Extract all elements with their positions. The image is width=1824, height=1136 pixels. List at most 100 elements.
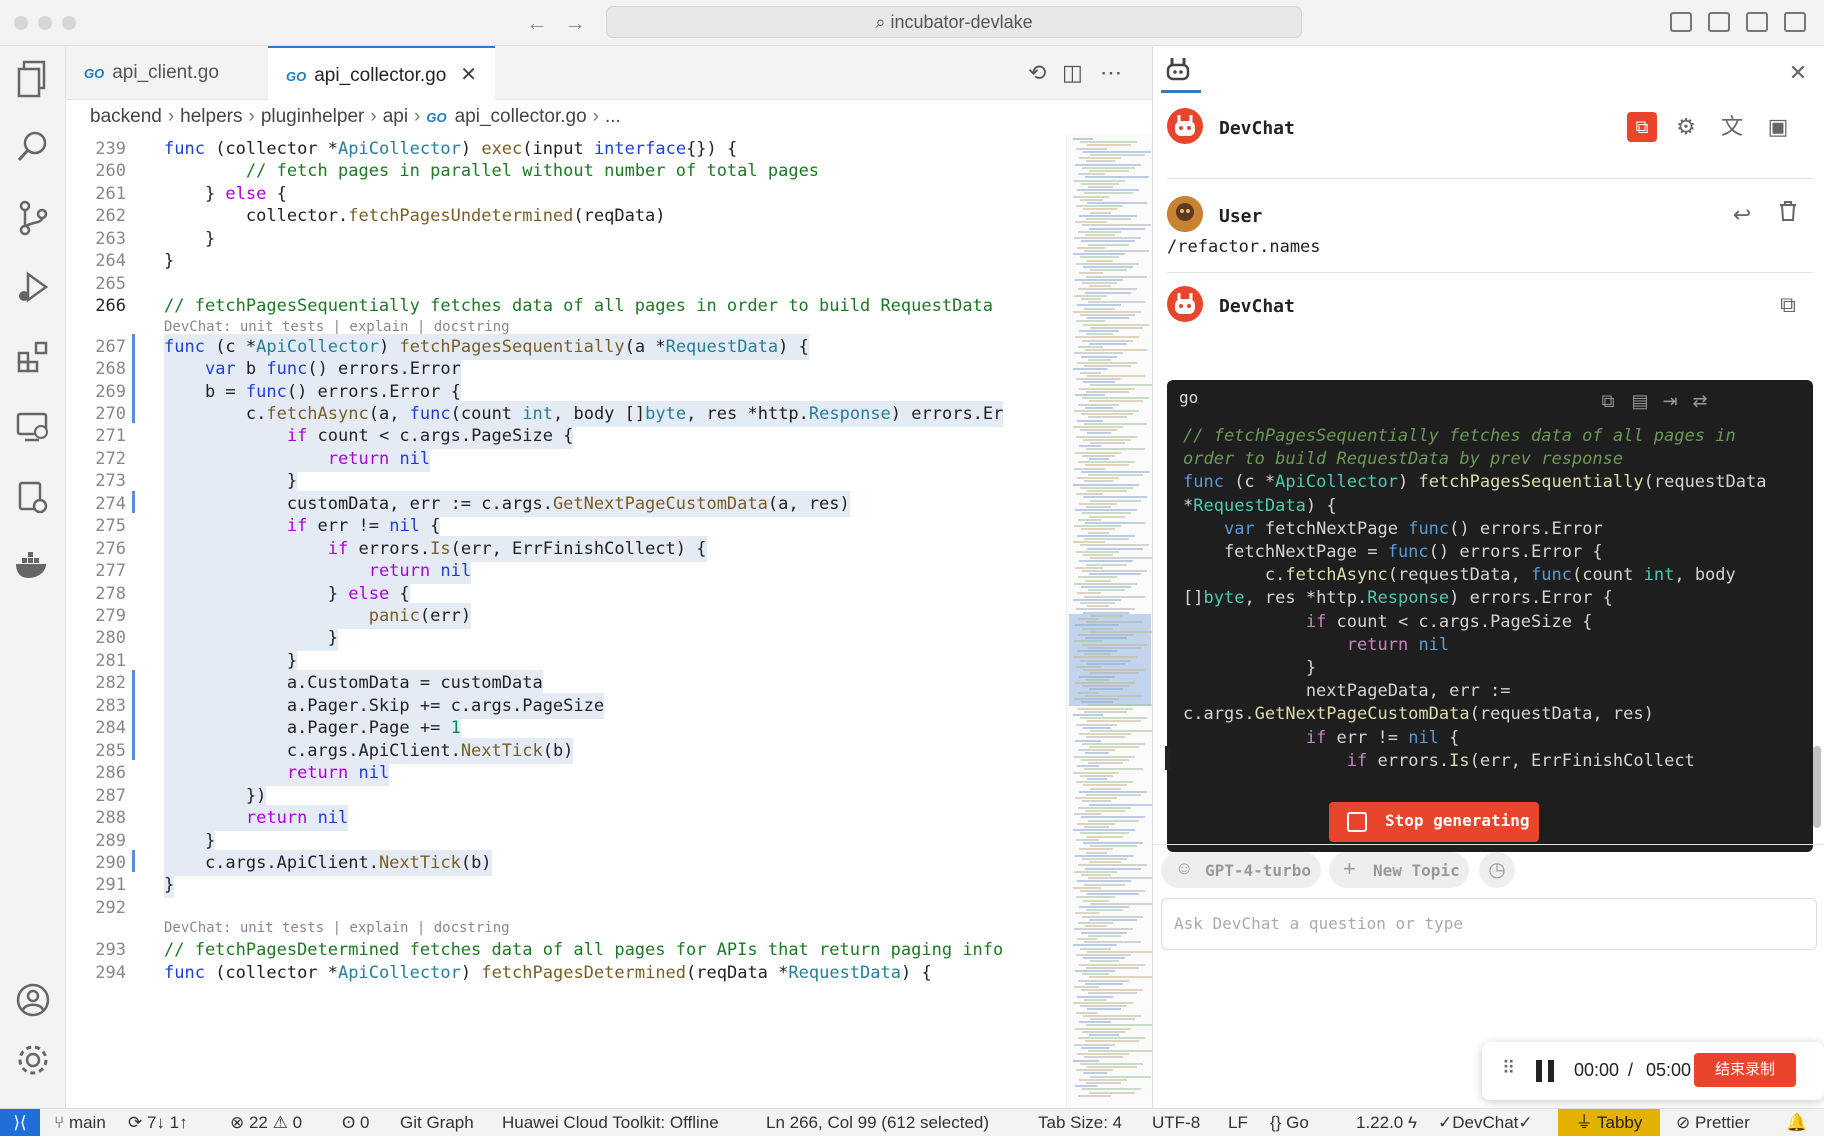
explorer-icon[interactable] — [13, 60, 53, 100]
window-close-button[interactable] — [14, 16, 28, 30]
language-mode[interactable]: {} Go — [1270, 1109, 1309, 1136]
breadcrumb-item[interactable]: backend — [90, 106, 162, 127]
devchat-panel-tab-icon[interactable] — [1163, 56, 1193, 86]
tabby-status[interactable]: ⏚ Tabby — [1558, 1109, 1660, 1136]
cursor-position[interactable]: Ln 266, Col 99 (612 selected) — [766, 1109, 989, 1136]
dirty-diff-indicator[interactable] — [132, 670, 135, 761]
minimap-line — [1079, 675, 1115, 678]
git-graph-button[interactable]: Git Graph — [400, 1109, 474, 1136]
minimap-line — [1079, 906, 1129, 908]
git-sync[interactable]: ⟳ 7↓ 1↑ — [128, 1109, 188, 1136]
new-topic-button[interactable]: + New Topic — [1329, 852, 1469, 888]
back-arrow-icon[interactable]: ← — [526, 10, 548, 36]
toggle-panel-icon[interactable] — [1708, 12, 1730, 32]
minimap-line — [1077, 534, 1135, 537]
drag-handle-icon[interactable]: ⠿ — [1502, 1058, 1515, 1079]
wallet-icon[interactable]: ▣ — [1763, 112, 1793, 142]
edit-message-icon[interactable]: ↩ — [1727, 200, 1757, 230]
minimap-line — [1076, 781, 1133, 784]
customize-layout-icon[interactable] — [1784, 12, 1806, 32]
broadcast-icon: ʘ — [342, 1113, 360, 1132]
close-icon[interactable]: ✕ — [1783, 58, 1813, 88]
code-lens[interactable]: DevChat: unit tests | explain | docstrin… — [164, 917, 510, 939]
minimap-line — [1081, 298, 1101, 300]
dirty-diff-indicator[interactable] — [132, 849, 135, 873]
breadcrumb-item[interactable]: pluginhelper — [261, 106, 365, 127]
window-minimize-button[interactable] — [38, 16, 52, 30]
breadcrumb-item[interactable]: helpers — [180, 106, 242, 127]
branch-icon: ⑂ — [54, 1113, 69, 1132]
docker-icon[interactable] — [13, 550, 53, 590]
minimap-line — [1077, 880, 1131, 883]
remote-indicator[interactable]: ⟩⟨ — [0, 1109, 40, 1136]
devchat-status[interactable]: ✓DevChat✓ — [1438, 1109, 1533, 1136]
command-center-search[interactable]: ⌕ incubator-devlake — [606, 6, 1302, 38]
devchat-activity-icon[interactable] — [13, 480, 53, 520]
extensions-icon[interactable] — [13, 340, 53, 380]
tab-size[interactable]: Tab Size: 4 — [1038, 1109, 1122, 1136]
remote-explorer-icon[interactable] — [13, 410, 53, 450]
more-actions-icon[interactable]: ⋯ — [1100, 60, 1122, 86]
git-branch[interactable]: ⑂ main — [54, 1109, 106, 1136]
forward-arrow-icon[interactable]: → — [564, 10, 586, 36]
apply-diff-icon[interactable]: ⇄ — [1685, 386, 1715, 416]
minimap-line — [1086, 621, 1143, 624]
minimap[interactable] — [1066, 134, 1159, 1108]
copy-message-icon[interactable]: ⧉ — [1773, 290, 1803, 320]
window-zoom-button[interactable] — [62, 16, 76, 30]
chat-input[interactable]: Ask DevChat a question or type — [1161, 898, 1817, 950]
account-icon[interactable] — [13, 982, 53, 1022]
tab-api-collector[interactable]: GO api_collector.go ✕ — [268, 46, 496, 100]
close-icon[interactable]: ✕ — [460, 64, 477, 86]
minimap-line — [1085, 982, 1123, 985]
line-number: 292 — [95, 897, 126, 918]
problems-indicator[interactable]: ⊗ 22 ⚠ 0 — [230, 1109, 302, 1136]
minimap-line — [1089, 227, 1145, 230]
encoding[interactable]: UTF-8 — [1152, 1109, 1200, 1136]
search-icon[interactable] — [13, 130, 53, 170]
dirty-diff-indicator[interactable] — [132, 490, 135, 514]
minimap-line — [1081, 586, 1131, 588]
insert-at-cursor-icon[interactable]: ⇥ — [1655, 386, 1685, 416]
notifications-bell-icon[interactable]: 🔔 — [1786, 1109, 1807, 1136]
breadcrumb-item[interactable]: api_collector.go — [455, 106, 587, 127]
run-debug-icon[interactable] — [13, 270, 53, 310]
minimap-line — [1086, 909, 1123, 912]
minimap-line — [1088, 1050, 1153, 1052]
history-clock-icon[interactable]: ◷ — [1479, 852, 1515, 888]
chat-history-icon[interactable]: ⧉ — [1627, 112, 1657, 142]
minimap-line — [1084, 768, 1143, 771]
dirty-diff-indicator[interactable] — [132, 333, 135, 424]
tab-api-client[interactable]: GO api_client.go — [66, 46, 237, 100]
code-editor[interactable]: 239 func (collector *ApiCollector) exec(i… — [66, 134, 1026, 1108]
settings-gear-icon[interactable]: ⚙ — [1671, 112, 1701, 142]
end-recording-button[interactable]: 结束录制 — [1694, 1053, 1796, 1087]
copy-code-icon[interactable]: ⧉ — [1593, 386, 1623, 416]
minimap-line — [1083, 726, 1111, 729]
breadcrumb-item[interactable]: api — [383, 106, 408, 127]
minimap-line — [1073, 944, 1117, 947]
pause-icon[interactable] — [1536, 1060, 1556, 1082]
ports-indicator[interactable]: ʘ 0 — [342, 1109, 369, 1136]
go-version[interactable]: 1.22.0 ϟ — [1356, 1109, 1417, 1136]
breadcrumb-item[interactable]: ... — [605, 106, 621, 127]
huawei-toolkit-status[interactable]: Huawei Cloud Toolkit: Offline — [502, 1109, 719, 1136]
recording-separator: / — [1628, 1060, 1634, 1080]
toggle-secondary-sidebar-icon[interactable] — [1746, 12, 1768, 32]
toggle-primary-sidebar-icon[interactable] — [1670, 12, 1692, 32]
chat-scrollbar[interactable] — [1813, 746, 1821, 828]
prettier-status[interactable]: ⊘ Prettier — [1676, 1109, 1750, 1136]
source-control-icon[interactable] — [13, 200, 53, 240]
minimap-line — [1082, 800, 1111, 803]
minimap-line — [1089, 573, 1141, 576]
settings-gear-icon[interactable] — [13, 1042, 53, 1082]
no-entry-icon: ⊘ — [1676, 1113, 1695, 1132]
delete-trash-icon[interactable] — [1773, 200, 1803, 230]
stop-generating-button[interactable]: Stop generating — [1329, 802, 1539, 842]
timeline-history-icon[interactable]: ⟲ — [1028, 60, 1046, 86]
insert-file-icon[interactable]: ▤ — [1625, 386, 1655, 416]
split-editor-icon[interactable]: ◫ — [1062, 60, 1083, 86]
model-selector-button[interactable]: ☺ GPT-4-turbo — [1161, 852, 1321, 888]
end-of-line[interactable]: LF — [1228, 1109, 1248, 1136]
translate-icon[interactable]: 文 — [1717, 112, 1747, 142]
